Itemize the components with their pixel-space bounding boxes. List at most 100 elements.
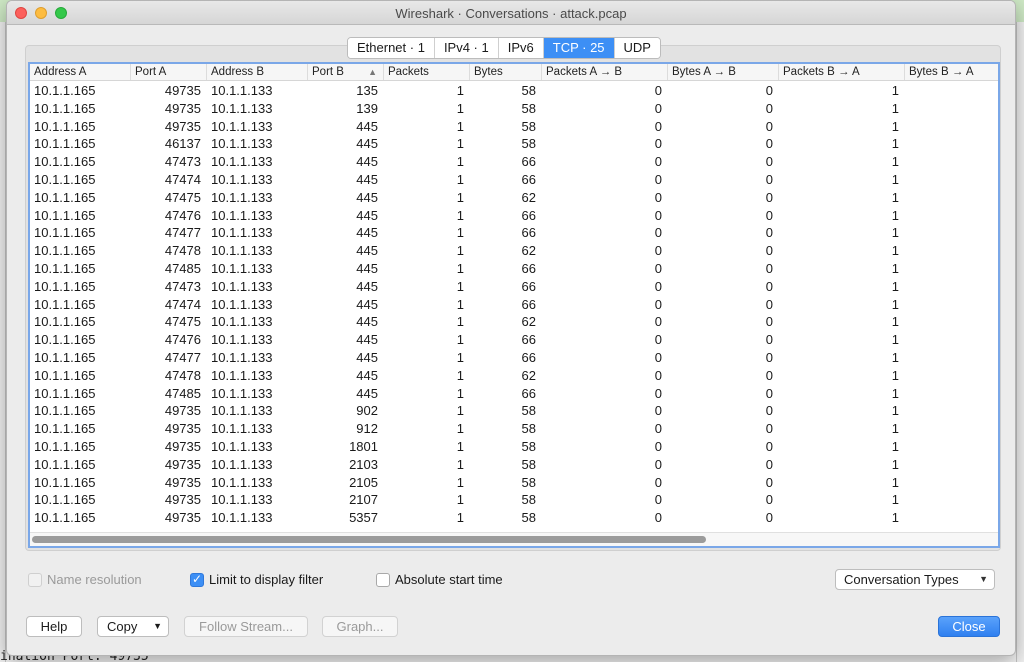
- table-row[interactable]: 10.1.1.1654747410.1.1.1334451660016: [30, 171, 998, 189]
- table-row[interactable]: 10.1.1.1654973510.1.1.13321071580015: [30, 491, 998, 509]
- cell-bytes-b-to-a: 6: [905, 349, 998, 367]
- cell-bytes-a-to-b: 0: [765, 332, 773, 348]
- cell-port-b: 445: [356, 136, 378, 152]
- cell-packets-b-to-a: 1: [891, 403, 899, 419]
- cell-packets-b-to-a: 1: [891, 171, 899, 187]
- table-body: 10.1.1.1654973510.1.1.133135158001510.1.…: [30, 82, 998, 527]
- cell-packets-b-to-a: 1: [891, 349, 899, 365]
- column-header-packets-b-to-a[interactable]: Packets B → A: [779, 64, 905, 80]
- table-row[interactable]: 10.1.1.1654747510.1.1.1334451620016: [30, 313, 998, 331]
- cell-port-a: 47474: [164, 171, 201, 187]
- follow-stream-button[interactable]: Follow Stream...: [184, 616, 308, 637]
- cell-packets: 1: [456, 207, 464, 223]
- table-row[interactable]: 10.1.1.1654973510.1.1.1339021580015: [30, 402, 998, 420]
- horizontal-scrollbar[interactable]: [30, 532, 998, 546]
- table-row[interactable]: 10.1.1.1654973510.1.1.13318011580015: [30, 438, 998, 456]
- cell-bytes: 66: [521, 225, 536, 241]
- limit-to-display-filter-label[interactable]: Limit to display filter: [209, 572, 323, 587]
- column-header-address-a[interactable]: Address A: [30, 64, 131, 80]
- cell-address-b: 10.1.1.133: [211, 207, 273, 223]
- column-header-packets[interactable]: Packets: [384, 64, 470, 80]
- table-row[interactable]: 10.1.1.1654973510.1.1.13353571580015: [30, 509, 998, 527]
- cell-address-a: 10.1.1.165: [34, 314, 96, 330]
- cell-bytes: 66: [521, 332, 536, 348]
- table-row[interactable]: 10.1.1.1654747310.1.1.1334451660016: [30, 278, 998, 296]
- table-row[interactable]: 10.1.1.1654613710.1.1.1334451580015: [30, 135, 998, 153]
- column-header-label: Address B: [211, 66, 265, 78]
- column-header-bytes-b-to-a[interactable]: Bytes B → A: [905, 64, 998, 80]
- table-row[interactable]: 10.1.1.1654973510.1.1.13321051580015: [30, 474, 998, 492]
- column-header-label: Packets B → A: [783, 66, 860, 78]
- cell-address-b: 10.1.1.133: [211, 118, 273, 134]
- table-row[interactable]: 10.1.1.1654748510.1.1.1334451660016: [30, 385, 998, 403]
- table-row[interactable]: 10.1.1.1654973510.1.1.1339121580015: [30, 420, 998, 438]
- column-header-bytes[interactable]: Bytes: [470, 64, 542, 80]
- graph-button[interactable]: Graph...: [322, 616, 398, 637]
- cell-address-a: 10.1.1.165: [34, 438, 96, 454]
- cell-packets-a-to-b: 0: [654, 438, 662, 454]
- cell-packets-a-to-b: 0: [654, 207, 662, 223]
- cell-bytes: 58: [521, 456, 536, 472]
- cell-packets-b-to-a: 1: [891, 492, 899, 508]
- absolute-start-time-checkbox[interactable]: [376, 572, 390, 587]
- cell-bytes-b-to-a: 6: [905, 224, 998, 242]
- cell-packets-b-to-a: 1: [891, 154, 899, 170]
- column-header-port-a[interactable]: Port A: [131, 64, 207, 80]
- tab-ethernet[interactable]: Ethernet · 1: [348, 38, 435, 58]
- tab-ipv4[interactable]: IPv4 · 1: [434, 38, 499, 58]
- horizontal-scrollbar-thumb[interactable]: [32, 536, 706, 543]
- table-row[interactable]: 10.1.1.1654747610.1.1.1334451660016: [30, 207, 998, 225]
- table-row[interactable]: 10.1.1.1654747510.1.1.1334451620016: [30, 189, 998, 207]
- column-header-port-b[interactable]: Port B ▲: [308, 64, 384, 80]
- cell-port-b: 445: [356, 154, 378, 170]
- cell-bytes-a-to-b: 0: [765, 225, 773, 241]
- column-header-address-b[interactable]: Address B: [207, 64, 308, 80]
- limit-to-display-filter-option[interactable]: Limit to display filter: [190, 572, 323, 587]
- copy-button-label: Copy: [107, 619, 138, 634]
- cell-packets-a-to-b: 0: [654, 456, 662, 472]
- cell-packets: 1: [456, 421, 464, 437]
- cell-bytes-b-to-a: 6: [905, 313, 998, 331]
- table-row[interactable]: 10.1.1.1654747410.1.1.1334451660016: [30, 296, 998, 314]
- cell-port-b: 2105: [349, 474, 378, 490]
- cell-port-b: 445: [356, 314, 378, 330]
- cell-port-b: 445: [356, 243, 378, 259]
- table-row[interactable]: 10.1.1.1654747710.1.1.1334451660016: [30, 349, 998, 367]
- cell-port-a: 49735: [164, 492, 201, 508]
- copy-button[interactable]: Copy ▼: [97, 616, 169, 637]
- table-row[interactable]: 10.1.1.1654973510.1.1.1334451580015: [30, 118, 998, 136]
- cell-bytes-a-to-b: 0: [765, 83, 773, 98]
- cell-packets-a-to-b: 0: [654, 403, 662, 419]
- cell-address-a: 10.1.1.165: [34, 207, 96, 223]
- table-row[interactable]: 10.1.1.1654973510.1.1.1331351580015: [30, 82, 998, 100]
- conversation-types-select[interactable]: Conversation Types ▼: [835, 569, 995, 590]
- cell-bytes-b-to-a: 6: [905, 189, 998, 207]
- column-header-bytes-a-to-b[interactable]: Bytes A → B: [668, 64, 779, 80]
- close-button[interactable]: Close: [938, 616, 1000, 637]
- cell-port-a: 47485: [164, 260, 201, 276]
- cell-port-a: 47485: [164, 385, 201, 401]
- absolute-start-time-label[interactable]: Absolute start time: [395, 572, 503, 587]
- conversations-dialog: Wireshark · Conversations · attack.pcap …: [6, 0, 1016, 656]
- cell-port-b: 139: [356, 100, 378, 116]
- tab-tcp[interactable]: TCP · 25: [543, 38, 615, 58]
- table-row[interactable]: 10.1.1.1654973510.1.1.1331391580015: [30, 100, 998, 118]
- cell-bytes: 58: [521, 474, 536, 490]
- table-row[interactable]: 10.1.1.1654747810.1.1.1334451620016: [30, 242, 998, 260]
- absolute-start-time-option[interactable]: Absolute start time: [376, 572, 503, 587]
- cell-packets-a-to-b: 0: [654, 260, 662, 276]
- table-row[interactable]: 10.1.1.1654747610.1.1.1334451660016: [30, 331, 998, 349]
- conversations-table[interactable]: Address A Port A Address B Port B ▲ Packets By…: [28, 62, 1000, 548]
- table-row[interactable]: 10.1.1.1654748510.1.1.1334451660016: [30, 260, 998, 278]
- table-row[interactable]: 10.1.1.1654747710.1.1.1334451660016: [30, 224, 998, 242]
- cell-port-b: 445: [356, 207, 378, 223]
- table-row[interactable]: 10.1.1.1654973510.1.1.13321031580015: [30, 456, 998, 474]
- tab-ipv6[interactable]: IPv6: [498, 38, 544, 58]
- help-button[interactable]: Help: [26, 616, 82, 637]
- table-row[interactable]: 10.1.1.1654747310.1.1.1334451660016: [30, 153, 998, 171]
- table-row[interactable]: 10.1.1.1654747810.1.1.1334451620016: [30, 367, 998, 385]
- cell-address-a: 10.1.1.165: [34, 260, 96, 276]
- column-header-packets-a-to-b[interactable]: Packets A → B: [542, 64, 668, 80]
- limit-to-display-filter-checkbox[interactable]: [190, 572, 204, 587]
- tab-udp[interactable]: UDP: [614, 38, 660, 58]
